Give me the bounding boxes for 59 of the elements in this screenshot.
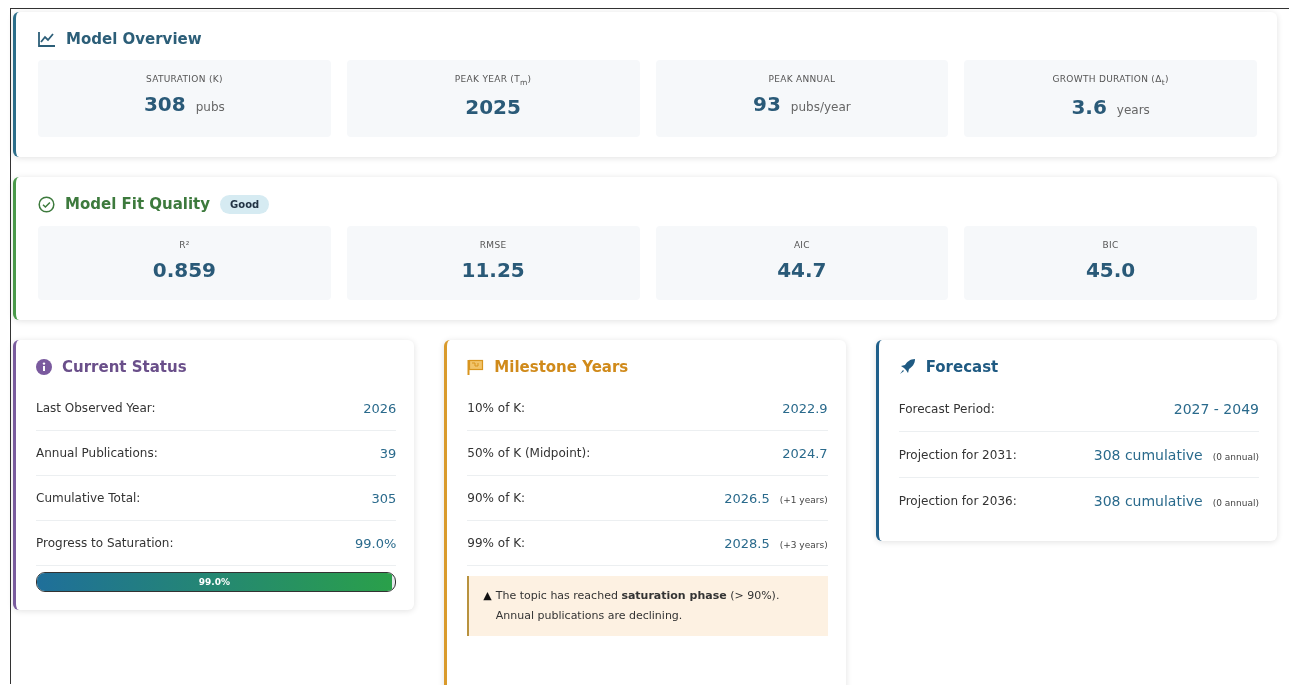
row-value: 308 cumulative <box>1093 446 1203 463</box>
card-title: Model Overview <box>66 30 202 48</box>
metric-value: 44.7 <box>777 257 827 282</box>
metric-unit: years <box>1116 102 1150 117</box>
card-title: Current Status <box>62 357 187 376</box>
row-value: 2026 <box>363 400 397 416</box>
alert-text: The topic has reached saturation phase (> 90%). Annual publications are declining. <box>495 587 781 624</box>
metric-unit: pubs/year <box>790 100 851 114</box>
row-value: 2028.5 <box>724 535 770 551</box>
row-value: 2024.7 <box>782 445 828 461</box>
metric-label: PEAK YEAR (T$_{m}$) <box>454 74 532 87</box>
metric-value: 45.0 <box>1085 257 1136 282</box>
row-label: 10% of K: <box>467 401 526 416</box>
row-label: Forecast Period: <box>898 401 995 416</box>
card-title: Model Fit Quality <box>65 195 211 214</box>
row-value: 99.0% <box>355 535 397 551</box>
flag-icon <box>467 358 485 375</box>
metric-label: R² <box>179 239 190 250</box>
row-note: (0 annual) <box>1212 497 1259 508</box>
row-label: 99% of K: <box>467 536 526 551</box>
metric-value: 93 <box>753 92 781 116</box>
row-label: Projection for 2036: <box>898 493 1017 508</box>
metric-label: BIC <box>1102 239 1119 250</box>
metric-value: 308 <box>143 92 186 116</box>
quality-badge: Good <box>220 194 270 214</box>
card-title: Milestone Years <box>494 357 629 376</box>
row-value: 308 cumulative <box>1093 492 1203 509</box>
row-label: Projection for 2031: <box>898 447 1017 462</box>
row-value: 2022.9 <box>782 400 828 416</box>
metric-label: PEAK ANNUAL <box>768 74 836 84</box>
row-value: 39 <box>379 445 397 461</box>
progress-label: 99.0% <box>198 576 230 587</box>
metric-unit: pubs <box>195 100 225 114</box>
metric-value: 0.859 <box>152 257 216 282</box>
row-label: Cumulative Total: <box>36 491 141 506</box>
card-title: Forecast <box>925 357 999 376</box>
metric-label: AIC <box>793 239 810 250</box>
metric-value: 11.25 <box>461 257 525 282</box>
row-label: 90% of K: <box>467 491 526 506</box>
row-label: 50% of K (Midpoint): <box>467 446 591 461</box>
metric-label: GROWTH DURATION (Δ$_{t}$) <box>1052 74 1169 87</box>
rocket-icon <box>898 358 916 376</box>
metric-value: 3.6 <box>1071 94 1107 119</box>
info-icon <box>36 358 52 375</box>
row-value: 305 <box>371 490 397 506</box>
row-label: Annual Publications: <box>36 446 158 461</box>
check-circle-icon <box>38 195 55 213</box>
row-note: (+3 years) <box>779 539 828 550</box>
metric-label: SATURATION (K) <box>146 74 223 84</box>
row-label: Progress to Saturation: <box>36 536 174 551</box>
row-label: Last Observed Year: <box>36 401 156 416</box>
metric-label: RMSE <box>479 239 507 250</box>
line-chart-icon <box>38 31 56 47</box>
metric-value: 2025 <box>465 94 521 119</box>
row-value: 2026.5 <box>724 490 770 506</box>
row-note: (0 annual) <box>1212 451 1259 462</box>
row-note: (+1 years) <box>779 494 828 505</box>
warning-icon: ▲ <box>483 585 492 606</box>
row-value: 2027 - 2049 <box>1173 400 1259 417</box>
